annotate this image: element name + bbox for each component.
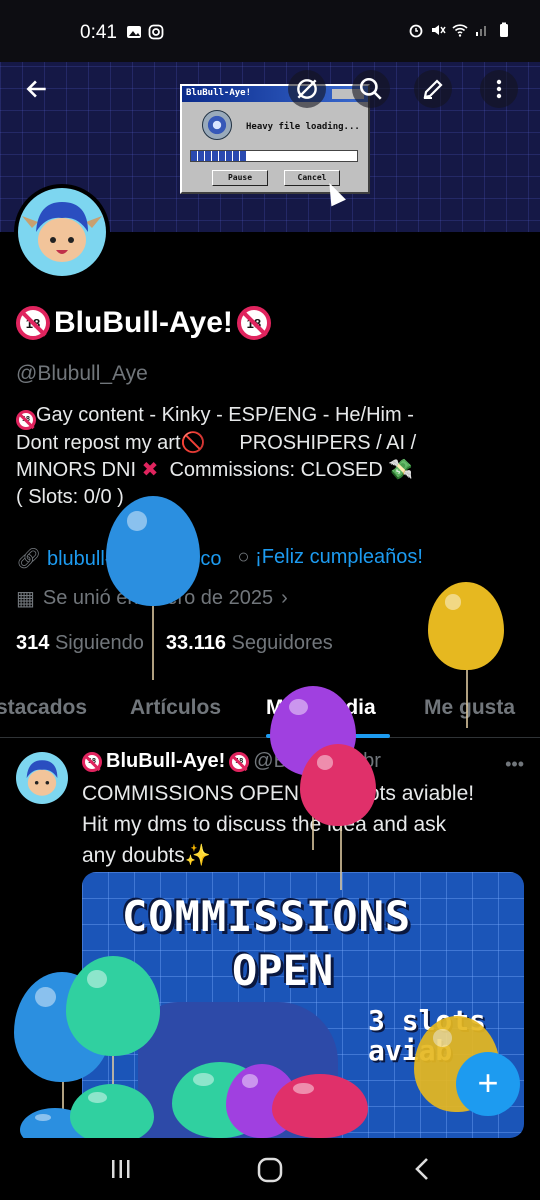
recent-apps-icon[interactable] xyxy=(108,1156,134,1182)
tab-me-gusta[interactable]: Me gusta xyxy=(424,696,515,720)
followers-link[interactable]: 33.116 Seguidores xyxy=(166,632,333,655)
money-icon: 💸 xyxy=(388,458,414,481)
link-icon: 🔗︎ xyxy=(16,548,42,570)
profile-name: 18 BluBull-Aye! 18 xyxy=(16,306,271,340)
birthday-link[interactable]: ○ ¡Feliz cumpleaños! xyxy=(237,546,423,571)
post-author-avatar[interactable] xyxy=(16,752,68,804)
18-plus-icon: 18 xyxy=(229,751,250,772)
back-button[interactable] xyxy=(18,70,56,108)
profile-bio: 18 Gay content - Kinky - ESP/ENG - He/Him… xyxy=(16,402,516,511)
system-navigation-bar xyxy=(0,1138,540,1200)
balloon-icon: ○ xyxy=(237,546,250,568)
balloon-icon xyxy=(106,496,200,606)
back-nav-icon[interactable] xyxy=(410,1156,436,1182)
prohibited-icon: 🚫 xyxy=(180,431,206,454)
bio-line: PROSHIPERS / AI / xyxy=(239,431,417,454)
profile-handle: @Blubull_Aye xyxy=(16,362,148,385)
following-link[interactable]: 314 Siguiendo xyxy=(16,632,144,655)
follow-stats: 314 Siguiendo 33.116 Seguidores xyxy=(16,632,333,655)
instagram-icon xyxy=(148,24,164,40)
signal-icon xyxy=(476,26,486,36)
loading-progress-bar xyxy=(190,150,358,162)
more-options-button[interactable] xyxy=(480,70,518,108)
18-plus-icon: 18 xyxy=(16,306,50,340)
edit-icon xyxy=(423,79,443,99)
tab-destacados[interactable]: stacados xyxy=(0,696,87,720)
balloon-icon xyxy=(300,744,376,826)
status-time: 0:41 xyxy=(80,22,117,43)
image-title: COMMISSIONS xyxy=(122,892,412,941)
loading-disc-icon xyxy=(202,110,232,140)
back-arrow-icon xyxy=(26,80,46,98)
status-bar: 0:41 xyxy=(0,0,540,62)
tab-articulos[interactable]: Artículos xyxy=(130,696,221,720)
image-title: OPEN xyxy=(232,946,334,995)
bio-line: Commissions: CLOSED xyxy=(169,458,383,481)
grok-button[interactable] xyxy=(288,70,326,108)
post-author-name[interactable]: BluBull-Aye! xyxy=(106,750,225,773)
bio-line: MINORS DNI xyxy=(16,458,136,481)
balloon-icon xyxy=(428,582,504,670)
avatar-character-illustration xyxy=(26,760,58,796)
search-button[interactable] xyxy=(352,70,390,108)
bio-line: ( Slots: 0/0 ) xyxy=(16,485,124,508)
chevron-right-icon: › xyxy=(281,587,288,609)
birthday-text[interactable]: ¡Feliz cumpleaños! xyxy=(255,546,423,568)
balloon-icon xyxy=(70,1084,154,1144)
cross-mark-icon: ✖ xyxy=(141,458,159,481)
battery-icon xyxy=(500,22,508,37)
edit-profile-button[interactable] xyxy=(414,70,452,108)
mute-icon xyxy=(432,25,446,35)
profile-meta-row: 🔗︎ blubull-aye.carrd.co ○ ¡Feliz cumplea… xyxy=(16,546,423,571)
balloon-icon xyxy=(272,1074,368,1138)
search-icon xyxy=(359,77,382,100)
profile-avatar[interactable] xyxy=(14,184,110,280)
calendar-icon: ▦ xyxy=(16,588,35,610)
pause-button: Pause xyxy=(212,170,268,186)
loading-message: Heavy file loading... xyxy=(246,122,360,132)
post-more-icon[interactable]: ••• xyxy=(505,754,524,775)
profile-name-text: BluBull-Aye! xyxy=(54,306,233,339)
bio-line: Dont repost my art xyxy=(16,431,181,454)
gallery-icon xyxy=(127,26,141,38)
grok-icon xyxy=(297,79,317,99)
wifi-icon xyxy=(452,24,468,37)
banner-loading-window: BluBull-Aye! Heavy file loading... Pause… xyxy=(180,84,370,194)
18-plus-icon: 18 xyxy=(82,751,102,772)
18-plus-icon: 18 xyxy=(16,409,36,430)
home-icon[interactable] xyxy=(256,1156,284,1184)
compose-post-button[interactable]: + xyxy=(456,1052,520,1116)
18-plus-icon: 18 xyxy=(236,306,271,340)
balloon-icon xyxy=(66,956,160,1056)
bio-line: Gay content - Kinky - ESP/ENG - He/Him - xyxy=(36,404,414,426)
avatar-character-illustration xyxy=(22,202,102,262)
more-vertical-icon xyxy=(496,79,502,99)
alarm-icon xyxy=(409,24,423,38)
